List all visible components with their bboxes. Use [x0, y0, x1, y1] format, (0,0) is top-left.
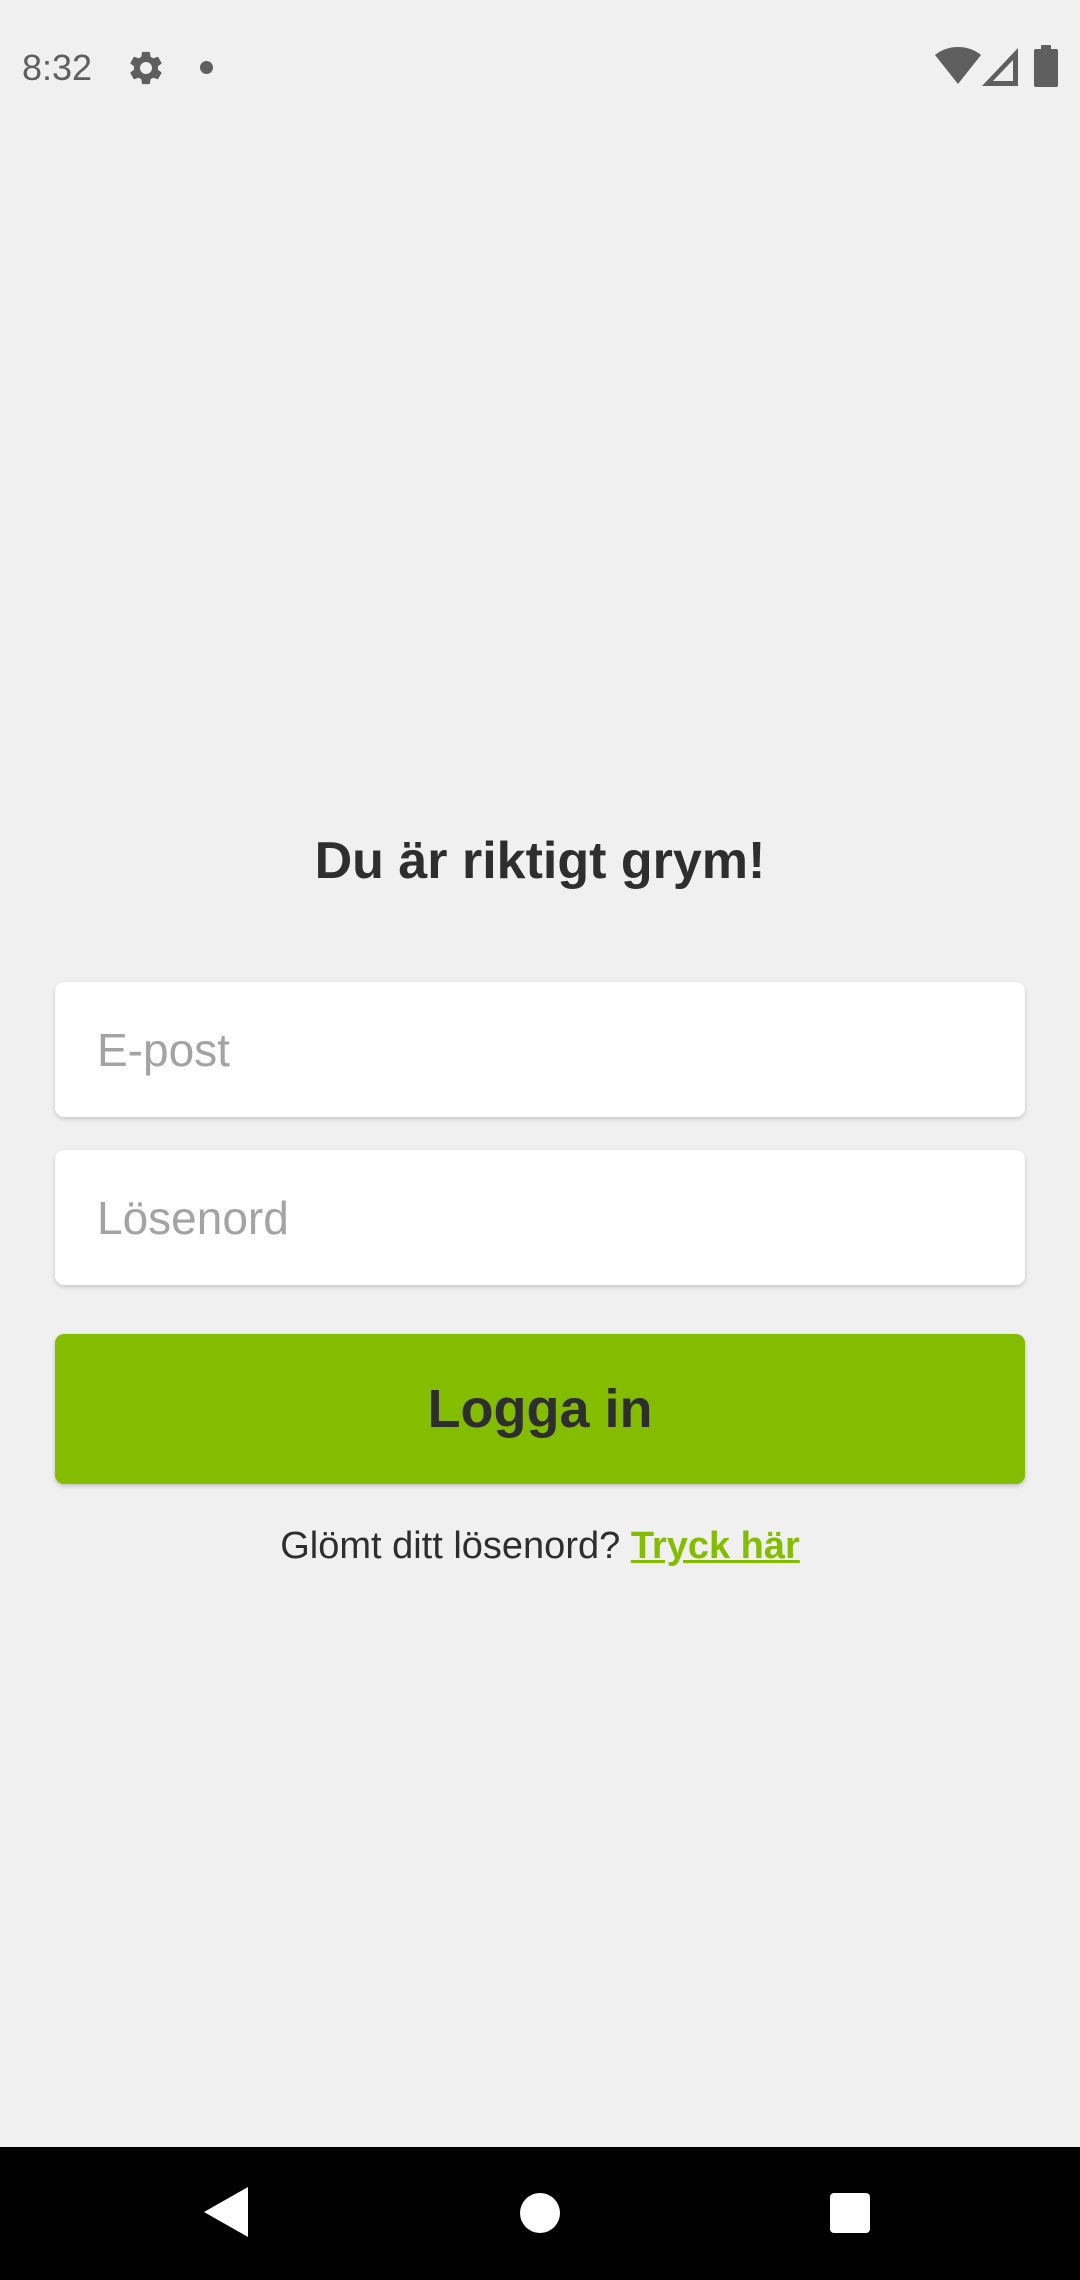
wifi-icon	[935, 47, 981, 84]
notification-dot-icon	[200, 61, 213, 74]
email-field[interactable]	[55, 982, 1025, 1117]
battery-icon	[1034, 45, 1058, 87]
navigation-bar	[0, 2147, 1080, 2280]
forgot-password-link[interactable]: Tryck här	[631, 1525, 800, 1567]
status-time: 8:32	[22, 47, 93, 88]
recents-icon[interactable]	[830, 2193, 870, 2233]
password-field[interactable]	[55, 1150, 1025, 1285]
login-button[interactable]: Logga in	[55, 1334, 1025, 1484]
gear-icon	[130, 51, 162, 85]
home-icon[interactable]	[520, 2193, 560, 2233]
forgot-password-text: Glömt ditt lösenord?	[280, 1525, 621, 1567]
page-title: Du är riktigt grym!	[314, 832, 766, 890]
signal-icon	[982, 48, 1018, 86]
status-bar: 8:32	[0, 0, 1080, 134]
back-icon[interactable]	[204, 2187, 248, 2237]
forgot-password-row: Glömt ditt lösenord? Tryck här	[0, 1516, 1080, 1576]
